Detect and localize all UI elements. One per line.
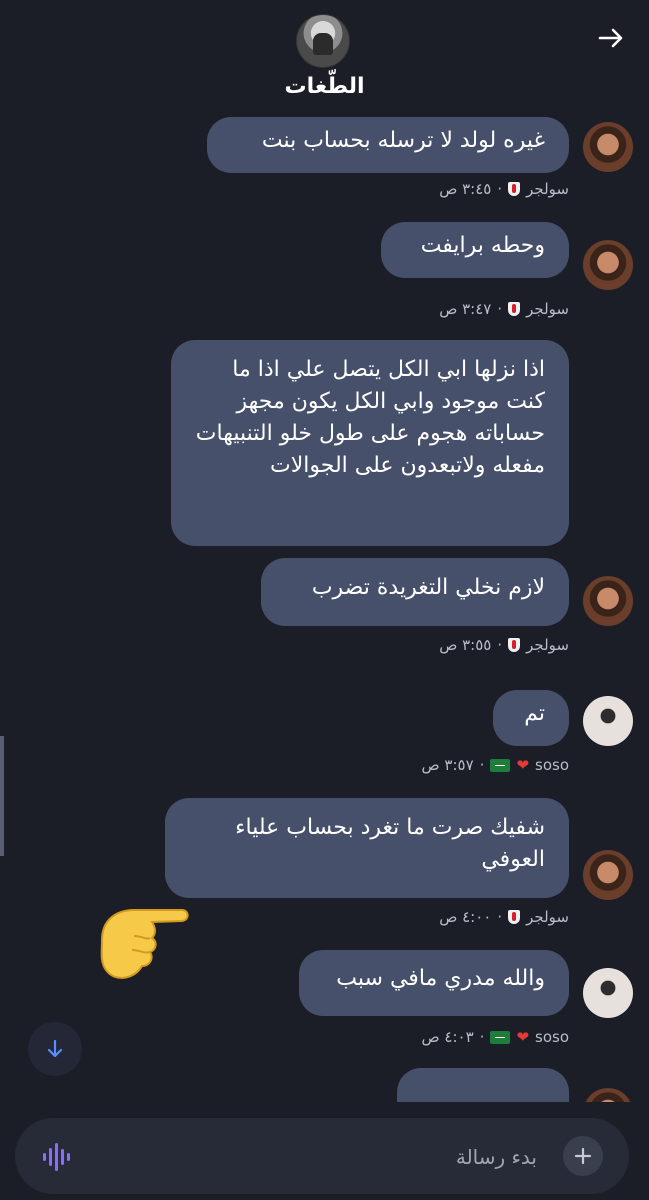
sender-avatar[interactable] [583, 240, 633, 290]
message-time: ٣:٤٧ ص [439, 300, 492, 318]
flag-icon [490, 1030, 511, 1044]
message-input[interactable] [115, 1136, 539, 1178]
voice-message-button[interactable] [41, 1140, 75, 1174]
message-text: تم [524, 701, 545, 726]
scroll-to-bottom-button[interactable] [28, 1022, 82, 1076]
message-text: شفيك صرت ما تغرد بحساب علياء العوفي [235, 815, 545, 872]
message-time: ٣:٥٥ ص [439, 636, 492, 654]
message-text: اذا نزلها ابي الكل يتصل علي اذا ما كنت م… [195, 357, 545, 478]
flag-icon [490, 758, 511, 772]
message-text: لازم نخلي التغريدة تضرب [311, 575, 545, 600]
sender-avatar[interactable] [583, 696, 633, 746]
arrow-down-icon [47, 1039, 63, 1058]
message-bubble[interactable]: والله مدري مافي سبب [299, 950, 569, 1016]
shield-badge-icon [508, 302, 521, 316]
sender-avatar[interactable] [583, 1088, 633, 1102]
message-time: ٣:٥٧ ص [421, 756, 474, 774]
message-bubble-partial[interactable] [397, 1068, 569, 1102]
message-meta: soso ❤ · ٤:٠٣ ص [421, 1028, 569, 1046]
message-time: ٣:٤٥ ص [439, 180, 492, 198]
attach-button[interactable] [563, 1136, 603, 1176]
sender-name: سولجر [526, 636, 569, 654]
pointing-hand-emoji [100, 909, 189, 979]
message-text: والله مدري مافي سبب [336, 966, 545, 991]
shield-badge-icon [508, 182, 521, 196]
sender-name: soso [535, 756, 569, 774]
message-meta: سولجر · ٣:٤٥ ص [439, 180, 569, 198]
sender-name: سولجر [526, 300, 569, 318]
group-avatar[interactable] [296, 14, 350, 68]
plus-icon [574, 1147, 592, 1165]
message-bubble[interactable]: شفيك صرت ما تغرد بحساب علياء العوفي [165, 798, 569, 898]
message-meta: سولجر · ٣:٥٥ ص [439, 636, 569, 654]
sender-name: سولجر [526, 180, 569, 198]
message-bubble[interactable]: تم [493, 690, 569, 746]
message-time: ٤:٠٠ ص [439, 908, 492, 926]
sender-avatar[interactable] [583, 850, 633, 900]
message-meta: soso ❤ · ٣:٥٧ ص [421, 756, 569, 774]
shield-badge-icon [508, 638, 521, 652]
message-meta: سولجر · ٣:٤٧ ص [439, 300, 569, 318]
arrow-right-icon [598, 28, 623, 48]
message-text: وحطه برايفت [420, 233, 545, 258]
message-text: غيره لولد لا ترسله بحساب بنت [261, 128, 545, 153]
message-bubble[interactable]: غيره لولد لا ترسله بحساب بنت [207, 117, 569, 173]
message-time: ٤:٠٣ ص [421, 1028, 474, 1046]
message-bubble[interactable]: وحطه برايفت [381, 222, 569, 278]
sender-avatar[interactable] [583, 576, 633, 626]
message-bubble[interactable]: لازم نخلي التغريدة تضرب [261, 558, 569, 626]
message-composer [15, 1118, 629, 1194]
chat-header: الطّغات [0, 0, 649, 112]
message-bubble[interactable]: اذا نزلها ابي الكل يتصل علي اذا ما كنت م… [171, 340, 569, 546]
group-title[interactable]: الطّغات [0, 74, 649, 99]
sender-avatar[interactable] [583, 968, 633, 1018]
sender-name: soso [535, 1028, 569, 1046]
heart-icon: ❤ [516, 1028, 530, 1046]
back-button[interactable] [595, 22, 627, 54]
heart-icon: ❤ [516, 756, 530, 774]
voice-wave-icon [43, 1143, 70, 1171]
sender-name: سولجر [526, 908, 569, 926]
shield-badge-icon [508, 910, 521, 924]
sender-avatar[interactable] [583, 122, 633, 172]
message-meta: سولجر · ٤:٠٠ ص [439, 908, 569, 926]
